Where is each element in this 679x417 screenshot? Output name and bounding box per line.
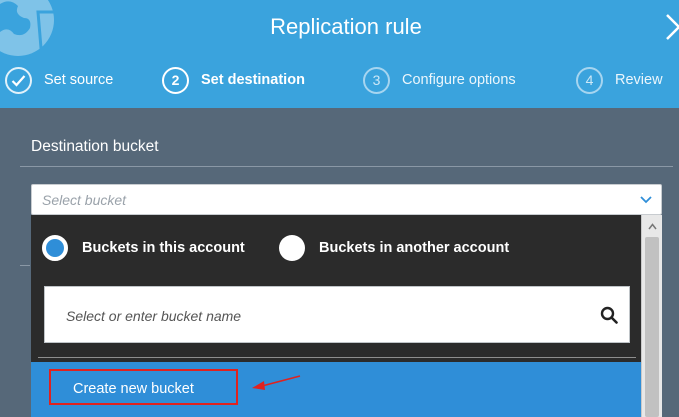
- dropdown-divider: [38, 357, 636, 358]
- scrollbar-thumb[interactable]: [645, 237, 659, 417]
- dropdown-scrollbar[interactable]: [641, 215, 662, 417]
- step-label: Set source: [44, 72, 114, 88]
- destination-bucket-label: Destination bucket: [31, 138, 159, 155]
- arrow-annotation: [252, 375, 301, 390]
- step-number: 4: [576, 66, 603, 94]
- scroll-up-icon[interactable]: [648, 223, 657, 230]
- radio-button[interactable]: [279, 235, 305, 261]
- page-title: Replication rule: [270, 14, 422, 39]
- check-icon: [5, 66, 32, 94]
- step-number: 2: [162, 66, 189, 94]
- select-placeholder: Select bucket: [42, 192, 127, 208]
- radio-buckets-this-account[interactable]: Buckets in this account: [42, 235, 245, 261]
- bucket-search-input[interactable]: Select or enter bucket name: [44, 286, 630, 343]
- radio-label: Buckets in this account: [82, 240, 245, 256]
- search-placeholder: Select or enter bucket name: [66, 308, 242, 324]
- wizard-header: Replication rule Set source 2 Set destin…: [0, 0, 679, 108]
- radio-button-checked[interactable]: [42, 235, 68, 261]
- section-divider: [20, 166, 673, 167]
- step-configure-options[interactable]: 3 Configure options: [363, 66, 516, 94]
- search-icon[interactable]: [600, 306, 618, 324]
- step-number: 3: [363, 66, 390, 94]
- annotation-highlight-box: [49, 369, 238, 405]
- section-divider: [20, 265, 30, 266]
- step-label: Set destination: [201, 72, 305, 88]
- chevron-down-icon: [640, 196, 652, 204]
- radio-buckets-another-account[interactable]: Buckets in another account: [279, 235, 509, 261]
- step-review[interactable]: 4 Review: [576, 66, 663, 94]
- chevron-right-icon[interactable]: [663, 12, 679, 42]
- bucket-select[interactable]: Select bucket: [31, 184, 662, 215]
- step-label: Review: [615, 72, 663, 88]
- step-label: Configure options: [402, 72, 516, 88]
- step-set-source[interactable]: Set source: [5, 66, 113, 94]
- step-set-destination[interactable]: 2 Set destination: [162, 66, 305, 94]
- radio-label: Buckets in another account: [319, 240, 510, 256]
